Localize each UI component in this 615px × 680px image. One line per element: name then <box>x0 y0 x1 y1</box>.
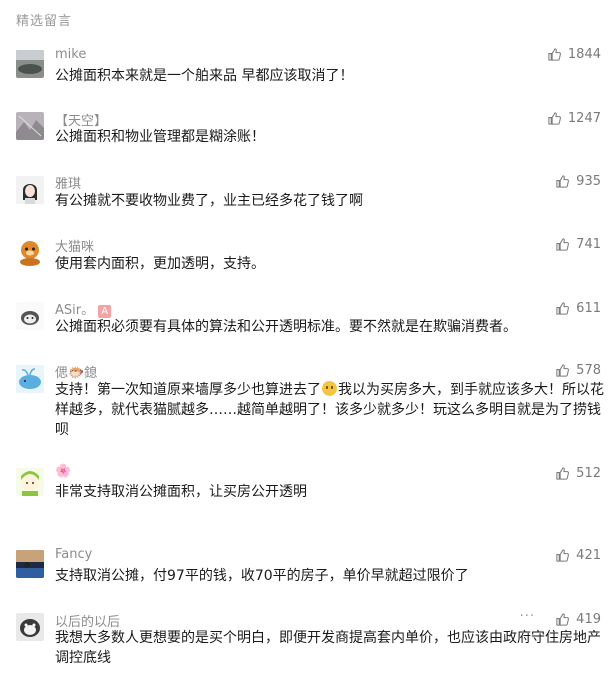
avatar[interactable] <box>16 468 44 496</box>
comment-nickname: 🌸 <box>55 464 72 479</box>
comment-text: 公摊面积和物业管理都是糊涂账！ <box>55 129 265 145</box>
like-button[interactable]: 935 <box>555 172 601 190</box>
avatar[interactable] <box>16 365 44 393</box>
like-count: 611 <box>576 300 601 316</box>
like-count: 421 <box>576 547 601 563</box>
comment-nickname: 大猫咪 <box>55 240 95 255</box>
comment-nickname: mike <box>55 47 87 62</box>
thumbs-up-icon <box>556 612 570 626</box>
thumbs-up-icon <box>556 237 570 251</box>
comment-nickname: ASir。 A <box>55 299 112 318</box>
comment-text: 使用套内面积，更加透明，支持。 <box>55 256 265 272</box>
like-button[interactable]: 419 <box>555 610 601 628</box>
like-button[interactable]: 611 <box>555 299 601 317</box>
nickname-text: ASir。 <box>55 303 95 318</box>
like-button[interactable]: 1844 <box>547 45 601 63</box>
thumbs-up-icon <box>548 47 561 61</box>
like-button[interactable]: 421 <box>555 546 601 564</box>
like-count: 578 <box>576 362 601 378</box>
avatar[interactable] <box>16 112 44 140</box>
thumbs-up-icon <box>556 548 570 562</box>
like-count: 1247 <box>567 110 601 126</box>
avatar[interactable] <box>16 238 44 266</box>
thumbs-up-icon <box>548 111 561 125</box>
comment-text: 非常支持取消公摊面积，让买房公开透明 <box>55 484 307 500</box>
comment-text-part: 支持！第一次知道原来墙厚多少也算进去了 <box>55 382 321 398</box>
like-count: 1844 <box>567 46 601 62</box>
like-count: 935 <box>576 173 601 189</box>
like-count: 741 <box>576 236 601 252</box>
like-button[interactable]: 1247 <box>547 109 601 127</box>
avatar[interactable] <box>16 50 44 78</box>
more-dots-icon[interactable]: ··· <box>520 609 535 624</box>
thumbs-up-icon <box>556 363 570 377</box>
thumbs-up-icon <box>556 174 570 188</box>
comment-text: 支持！第一次知道原来墙厚多少也算进去了 我以为买房多大，到手就应该多大！所以花样越… <box>55 380 607 440</box>
comment-nickname: 偲🐡鎴 <box>55 366 98 381</box>
like-count: 512 <box>576 465 601 481</box>
comment-nickname: Fancy <box>55 547 93 562</box>
comment-text: 支持取消公摊，付97平的钱，收70平的房子，单价早就超过限价了 <box>55 568 469 584</box>
thumbs-up-icon <box>556 466 570 480</box>
avatar[interactable] <box>16 176 44 204</box>
section-title: 精选留言 <box>16 14 73 29</box>
like-button[interactable]: 741 <box>555 235 601 253</box>
comment-text: 有公摊就不要收物业费了，业主已经多花了钱了啊 <box>55 193 363 209</box>
thumbs-up-icon <box>556 301 570 315</box>
comment-nickname: 雅琪 <box>55 177 82 192</box>
avatar[interactable] <box>16 550 44 578</box>
comment-text: 公摊面积本来就是一个舶来品 早都应该取消了！ <box>55 68 354 84</box>
grimace-emoji-icon <box>322 381 337 396</box>
like-count: 419 <box>576 611 601 627</box>
like-button[interactable]: 512 <box>555 464 601 482</box>
avatar[interactable] <box>16 613 44 641</box>
comment-text: 公摊面积必须要有具体的算法和公开透明标准。要不然就是在欺骗消费者。 <box>55 319 517 335</box>
avatar[interactable] <box>16 302 44 330</box>
comment-text: 我想大多数人更想要的是买个明白，即便开发商提高套内单价，也应该由政府守住房地产调… <box>55 630 601 666</box>
like-button[interactable]: 578 <box>555 361 601 379</box>
